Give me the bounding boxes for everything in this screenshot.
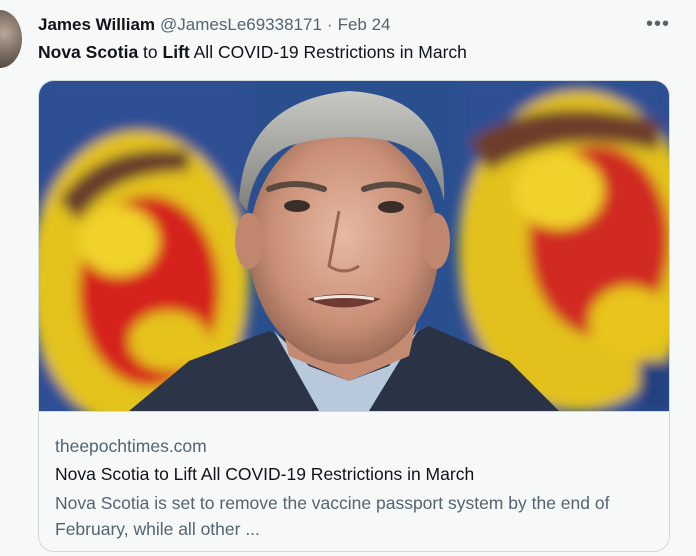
separator-dot: · [326,15,333,34]
card-description: Nova Scotia is set to remove the vaccine… [55,493,610,539]
avatar[interactable] [0,10,22,68]
card-body: theepochtimes.com Nova Scotia to Lift Al… [39,412,669,551]
card-image [39,81,669,412]
link-card[interactable]: theepochtimes.com Nova Scotia to Lift Al… [38,80,670,552]
tweet-text-bold-1: Nova Scotia [38,42,139,62]
tweet-text-plain-2: All COVID-19 Restrictions in March [189,42,467,62]
tweet-text: Nova Scotia to Lift All COVID-19 Restric… [38,40,666,64]
more-horizontal-icon: ••• [645,12,670,35]
card-title[interactable]: Nova Scotia to Lift All COVID-19 Restric… [55,461,653,487]
tweet-header: James William @JamesLe69338171 · Feb 24 [38,14,676,36]
tweet-text-bold-2: Lift [162,42,190,62]
author-handle[interactable]: @JamesLe69338171 [160,15,322,35]
card-domain: theepochtimes.com [55,436,207,456]
tweet-text-plain-1: to [138,42,163,62]
author-name[interactable]: James William [38,15,155,35]
more-options-button[interactable]: ••• [644,12,672,36]
tweet-date[interactable]: Feb 24 [338,15,391,35]
